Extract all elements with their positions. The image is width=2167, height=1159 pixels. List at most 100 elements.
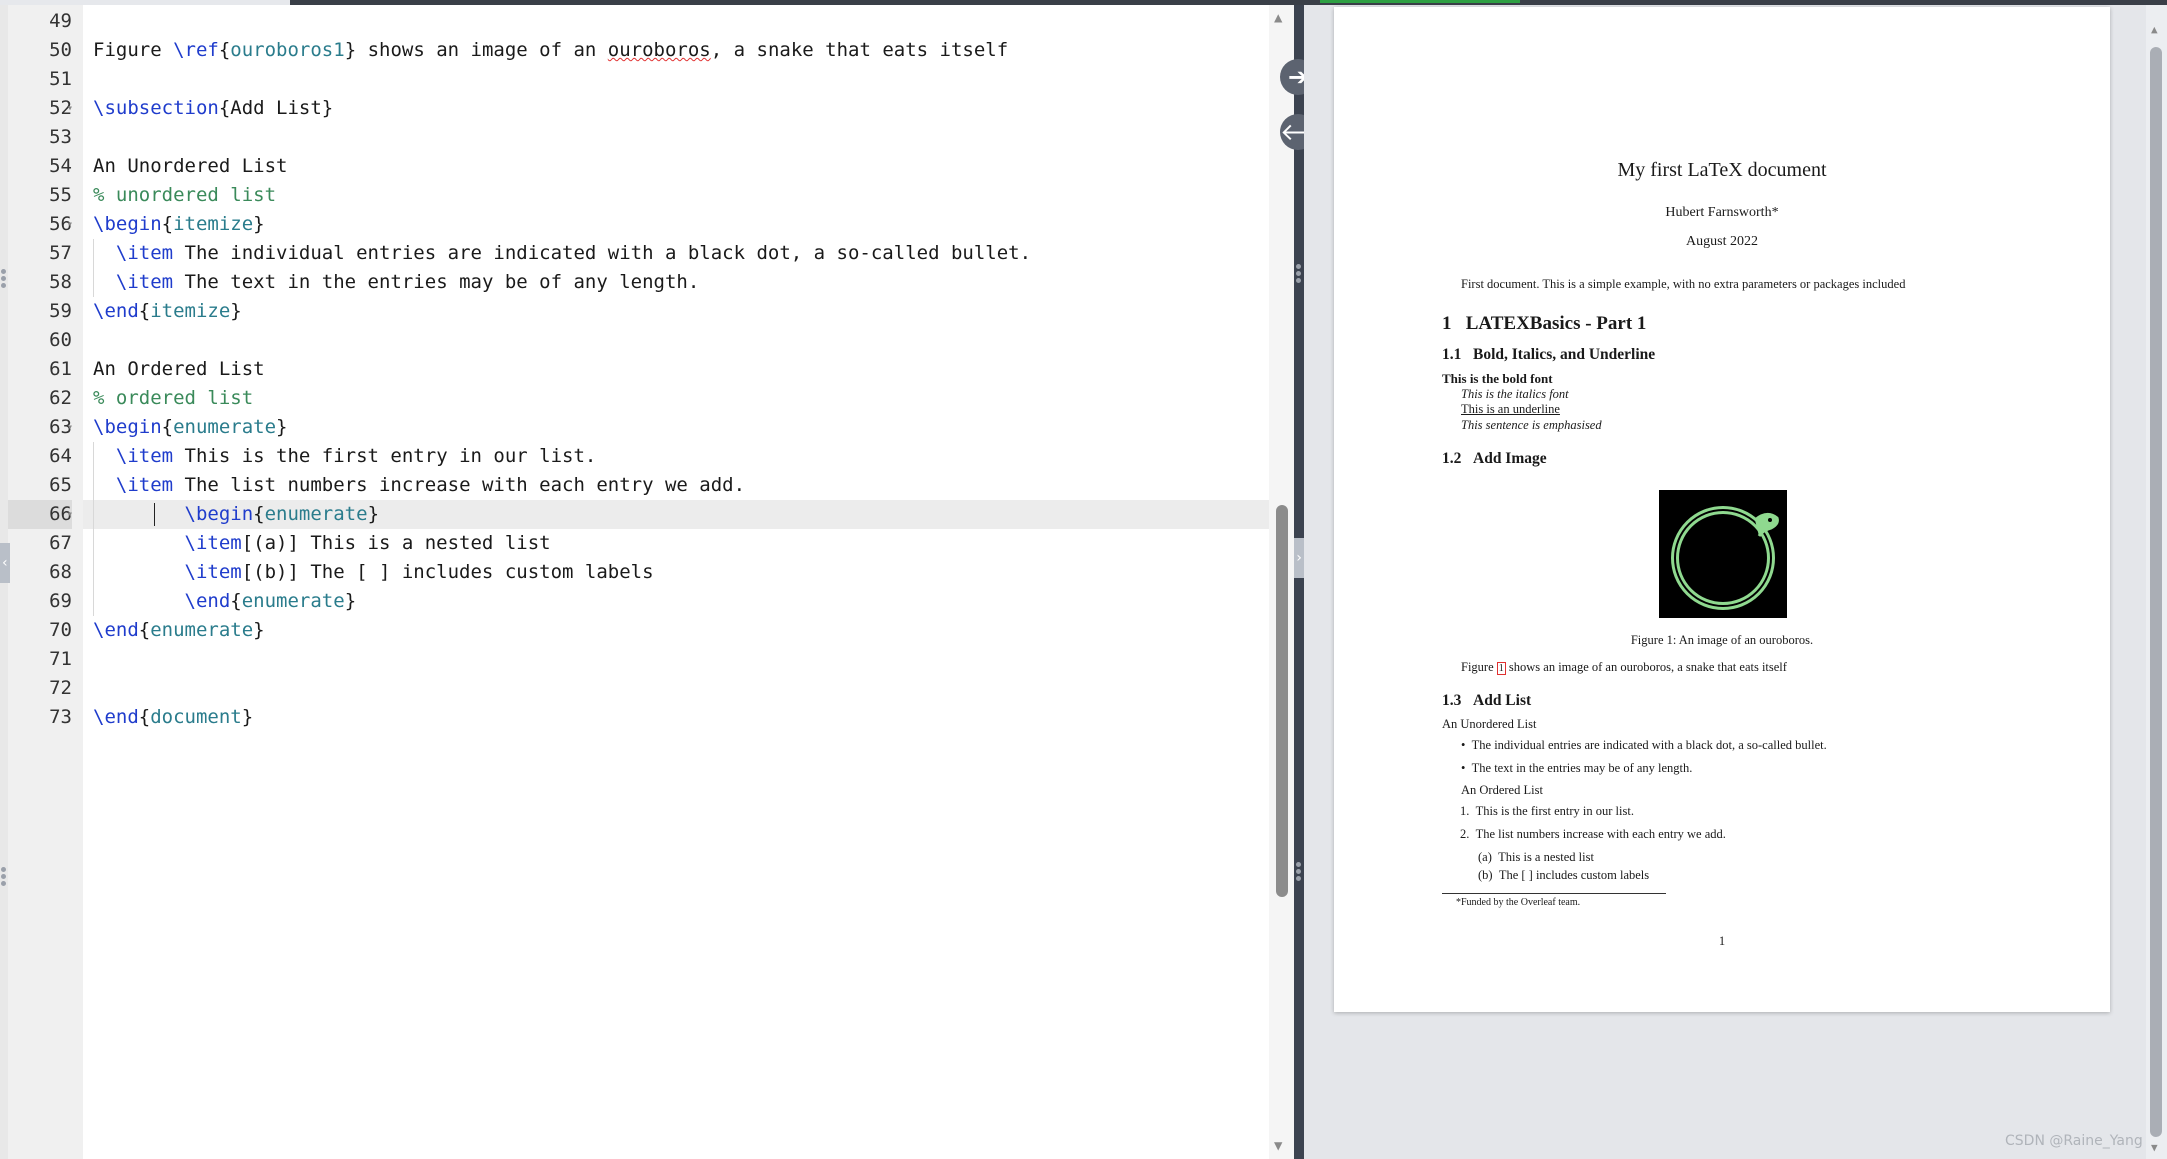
left-drag-handle-icon[interactable] — [1, 865, 7, 897]
code-line[interactable]: 52 ▾ \subsection{Add List} — [49, 94, 1353, 123]
code-text[interactable]: \item The text in the entries may be of … — [93, 268, 699, 297]
code-token: The list numbers increase with each entr… — [173, 474, 746, 496]
line-number: 68 — [49, 561, 72, 583]
line-number: 61 — [49, 358, 72, 380]
code-line[interactable]: 56 ▾ \begin{itemize} — [49, 210, 1353, 239]
code-line[interactable]: 54 An Unordered List — [49, 152, 1353, 181]
bullet-text: The individual entries are indicated wit… — [1471, 738, 1827, 752]
latex-command: \item — [115, 242, 174, 264]
code-line[interactable]: 62 % ordered list — [49, 384, 1353, 413]
line-number: 64 — [49, 445, 72, 467]
pdf-preview-pane[interactable]: My first LaTeX document Hubert Farnswort… — [1304, 5, 2167, 1159]
code-text[interactable]: \end{document} — [93, 703, 253, 732]
divider-drag-handle-icon[interactable] — [1296, 262, 1302, 294]
code-text[interactable]: An Ordered List — [93, 355, 265, 384]
code-line[interactable]: 57 \item The individual entries are indi… — [49, 239, 1353, 268]
preview-scroll-down-icon[interactable]: ▼ — [2151, 1141, 2158, 1154]
line-number: 55 — [49, 184, 72, 206]
subsection-heading-1-2: 1.2 Add Image — [1442, 450, 1547, 468]
code-text[interactable]: \item The list numbers increase with eac… — [93, 471, 745, 500]
code-text[interactable]: \end{enumerate} — [93, 587, 357, 616]
ordered-list-heading: An Ordered List — [1461, 783, 1543, 797]
code-line[interactable]: 53 — [49, 123, 1353, 152]
code-token: } — [230, 300, 242, 322]
preview-scrollbar-thumb[interactable] — [2150, 47, 2162, 1137]
latex-command: \begin — [184, 503, 254, 525]
ordered-item: 2. The list numbers increase with each e… — [1460, 827, 1726, 842]
nested-item: (a) This is a nested list — [1478, 850, 1594, 865]
code-text[interactable]: Figure \ref{ouroboros1} shows an image o… — [93, 36, 1008, 65]
line-number: 63 — [49, 416, 72, 438]
code-line[interactable]: 69 \end{enumerate} — [49, 587, 1353, 616]
code-text[interactable]: \item The individual entries are indicat… — [93, 239, 1031, 268]
latex-argument: enumerate — [150, 619, 254, 641]
line-number: 54 — [49, 155, 72, 177]
code-text[interactable]: \item[(b)] The [ ] includes custom label… — [93, 558, 654, 587]
ouroboros-icon — [1671, 506, 1779, 610]
code-text[interactable]: \begin{enumerate} — [93, 413, 288, 442]
code-editor[interactable]: 49 50 Figure \ref{ouroboros1} shows an ima… — [0, 5, 1353, 1159]
code-line[interactable]: 73 \end{document} — [49, 703, 1353, 732]
fold-toggle-icon[interactable]: ▾ — [67, 413, 73, 442]
code-token: } shows an image of an — [344, 39, 608, 61]
code-token: [(b)] The [ ] includes custom labels — [241, 561, 654, 583]
code-text[interactable]: An Unordered List — [93, 152, 287, 181]
latex-command: \end — [93, 619, 139, 641]
latex-command: \item — [184, 561, 242, 583]
scroll-down-arrow-icon[interactable]: ▼ — [1274, 1139, 1282, 1153]
editor-scrollbar-thumb[interactable] — [1276, 505, 1288, 897]
code-token: { — [138, 300, 151, 322]
latex-argument: enumerate — [173, 416, 277, 438]
line-number: 67 — [49, 532, 72, 554]
code-line[interactable]: 70 \end{enumerate} — [49, 616, 1353, 645]
code-line[interactable]: 49 — [49, 7, 1353, 36]
code-text[interactable]: % unordered list — [93, 181, 276, 210]
code-line[interactable]: 67 \item[(a)] This is a nested list — [49, 529, 1353, 558]
code-line[interactable]: 64 \item This is the first entry in our … — [49, 442, 1353, 471]
code-text[interactable]: \begin{itemize} — [93, 210, 265, 239]
line-number: 73 — [49, 706, 72, 728]
code-line[interactable]: 61 An Ordered List — [49, 355, 1353, 384]
code-token: { — [161, 213, 174, 235]
code-line[interactable]: 58 \item The text in the entries may be … — [49, 268, 1353, 297]
code-text[interactable]: \item This is the first entry in our lis… — [93, 442, 596, 471]
preview-scroll-up-icon[interactable]: ▲ — [2151, 23, 2158, 36]
code-line[interactable]: 55 % unordered list — [49, 181, 1353, 210]
scroll-up-arrow-icon[interactable]: ▲ — [1274, 11, 1282, 25]
panel-divider[interactable] — [1294, 5, 1304, 1159]
code-line[interactable]: 71 — [49, 645, 1353, 674]
code-text[interactable]: % ordered list — [93, 384, 253, 413]
code-text[interactable]: \begin{enumerate} — [93, 500, 380, 529]
code-text[interactable]: \item[(a)] This is a nested list — [93, 529, 551, 558]
code-line[interactable]: 68 \item[(b)] The [ ] includes custom la… — [49, 558, 1353, 587]
fold-toggle-icon[interactable]: ▾ — [67, 94, 73, 123]
code-line[interactable]: 66 ▾ \begin{enumerate} — [8, 500, 1353, 529]
left-drag-handle-icon[interactable] — [1, 267, 7, 299]
latex-comment: % ordered list — [93, 387, 254, 409]
code-lines[interactable]: 49 50 Figure \ref{ouroboros1} shows an ima… — [8, 5, 1353, 1159]
code-line[interactable]: 63 ▾ \begin{enumerate} — [49, 413, 1353, 442]
code-line[interactable]: 59 \end{itemize} — [49, 297, 1353, 326]
code-token: } — [344, 590, 357, 612]
fold-toggle-icon[interactable]: ▾ — [67, 500, 73, 529]
bullet-text: The text in the entries may be of any le… — [1471, 761, 1693, 775]
code-line[interactable]: 51 — [49, 65, 1353, 94]
figure-ref-link[interactable]: 1 — [1496, 662, 1506, 675]
collapse-preview-chevron-icon[interactable]: › — [1294, 538, 1304, 578]
fold-toggle-icon[interactable]: ▾ — [67, 210, 73, 239]
code-line[interactable]: 65 \item The list numbers increase with … — [49, 471, 1353, 500]
divider-drag-handle-icon[interactable] — [1296, 860, 1302, 892]
code-text[interactable]: \subsection{Add List} — [93, 94, 333, 123]
code-line[interactable]: 72 — [49, 674, 1353, 703]
code-text[interactable]: \end{enumerate} — [93, 616, 265, 645]
code-line[interactable]: 50 Figure \ref{ouroboros1} shows an image… — [49, 36, 1353, 65]
code-token: This is the first entry in our list. — [173, 445, 597, 467]
latex-command: \begin — [93, 213, 162, 235]
code-token: } — [253, 619, 265, 641]
expand-file-tree-icon[interactable]: ‹ — [0, 543, 10, 583]
code-line[interactable]: 60 — [49, 326, 1353, 355]
code-text[interactable]: \end{itemize} — [93, 297, 242, 326]
document-author: Hubert Farnsworth* — [1665, 205, 1779, 220]
